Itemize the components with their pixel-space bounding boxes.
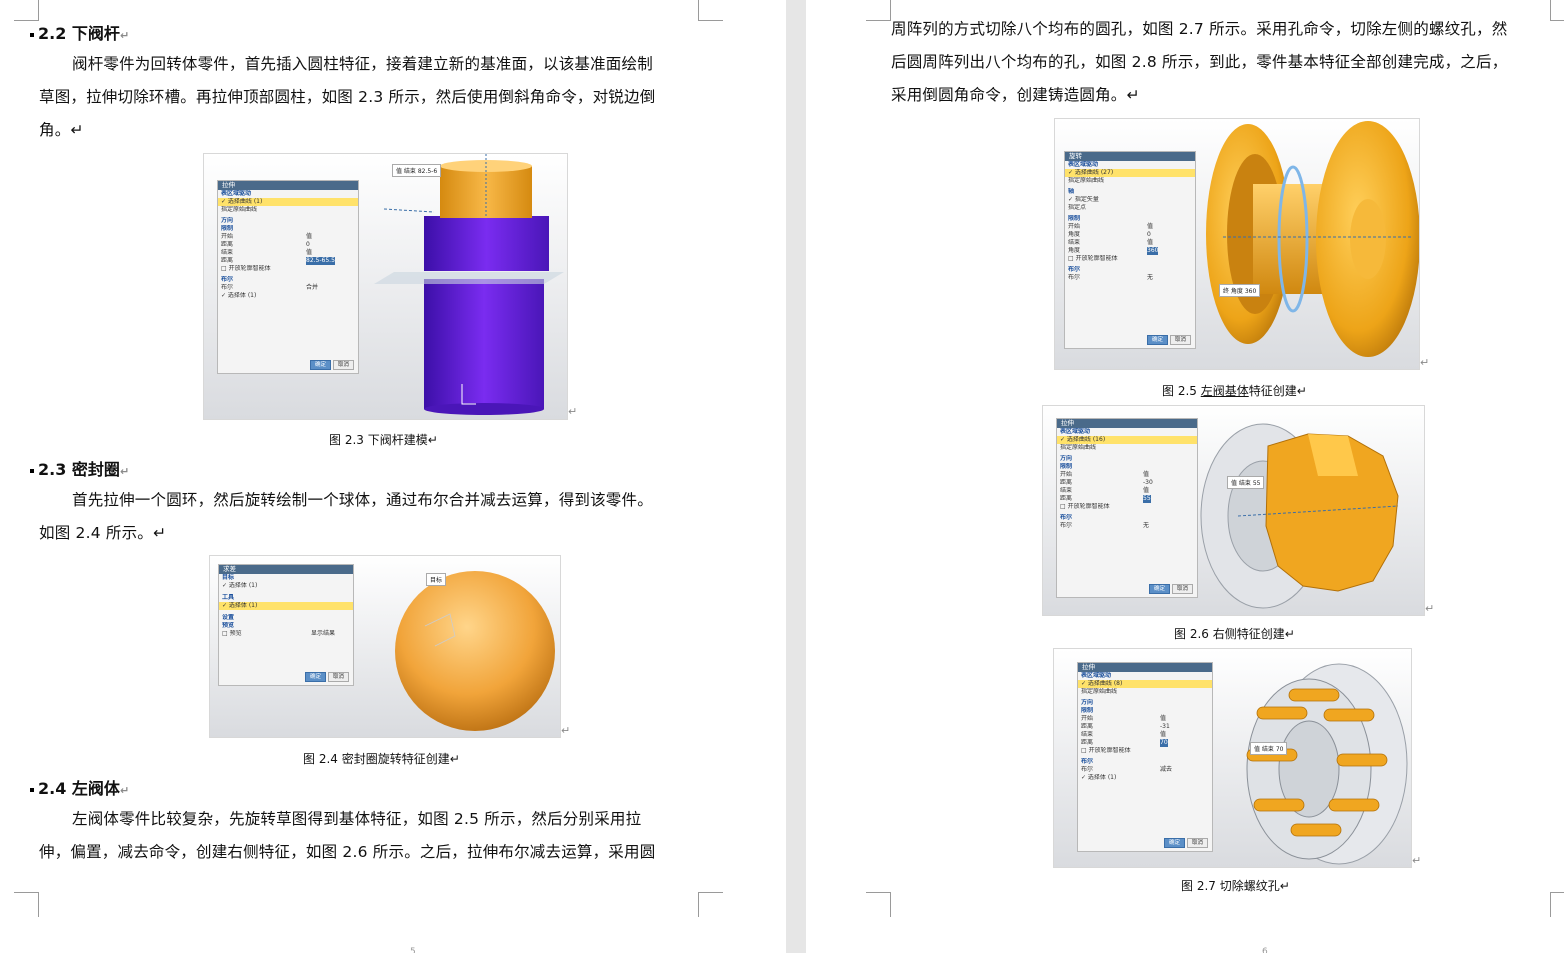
stem-lower-cylinder — [424, 279, 544, 409]
figure-2-5: 旋转 表区域驱动 ✓ 选择曲线 (27) 指定原始曲线 轴 ✓ 指定矢量 指定点… — [1054, 118, 1420, 370]
ok-button[interactable]: 确定 — [309, 360, 331, 370]
open-profile-checkbox[interactable]: □ 开放轮廓智能体 — [1065, 255, 1195, 263]
extrude-dialog: 拉伸 表区域驱动 ✓ 选择曲线 (16) 指定原始曲线 方向 限制 开始值 距离… — [1056, 418, 1198, 598]
section-heading-2-4: 2.4 左阀体↵ — [30, 775, 129, 799]
ok-button[interactable]: 确定 — [1163, 838, 1185, 848]
select-curve-row[interactable]: ✓ 选择曲线 (16) — [1057, 436, 1197, 444]
tool-select-row[interactable]: ✓ 选择体 (1) — [219, 602, 353, 610]
distance-tag[interactable]: 值 结束 82.5-6 — [392, 164, 442, 177]
figure-2-4: 求差 目标 ✓ 选择体 (1) 工具 ✓ 选择体 (1) 设置 预览 □ 预览显… — [209, 555, 561, 738]
caption-link[interactable]: 左阀基体 — [1201, 384, 1249, 398]
cancel-button[interactable]: 取消 — [1171, 584, 1193, 594]
ok-button[interactable]: 确定 — [1148, 584, 1170, 594]
dialog-title: 拉伸 — [218, 181, 358, 190]
paragraph-continued: 周阵列的方式切除八个均布的圆孔，如图 2.7 所示。采用孔命令，切除左侧的螺纹孔… — [891, 20, 1508, 104]
figure-caption-2-5: 图 2.5 左阀基体特征创建↵ — [1162, 384, 1307, 398]
select-curve-row[interactable]: ✓ 选择曲线 (8) — [1078, 680, 1212, 688]
right-side-feature-model — [1200, 423, 1399, 609]
extrude-dialog: 拉伸 表区域驱动 ✓ 选择曲线 (1) 指定原始曲线 方向 限制 开始值 距离 0… — [217, 180, 359, 374]
figure-2-6: 拉伸 表区域驱动 ✓ 选择曲线 (16) 指定原始曲线 方向 限制 开始值 距离… — [1042, 405, 1425, 616]
cancel-button[interactable]: 取消 — [1169, 335, 1191, 345]
revolve-dialog: 旋转 表区域驱动 ✓ 选择曲线 (27) 指定原始曲线 轴 ✓ 指定矢量 指定点… — [1064, 151, 1196, 349]
left-valve-body-model — [1206, 121, 1419, 357]
cancel-button[interactable]: 取消 — [1186, 838, 1208, 848]
sphere — [395, 571, 555, 731]
valve-stem-model — [374, 154, 564, 415]
right-page: 周阵列的方式切除八个均布的圆孔，如图 2.7 所示。采用孔命令，切除左侧的螺纹孔… — [806, 0, 1564, 953]
heading-bullet-icon — [30, 32, 34, 37]
ok-button[interactable]: 确定 — [304, 672, 326, 682]
target-tag: 目标 — [426, 573, 447, 586]
paragraph-2-2: 阀杆零件为回转体零件，首先插入圆柱特征，接着建立新的基准面，以该基准面绘制 草图… — [39, 55, 656, 139]
page-gap — [786, 0, 806, 953]
figure-2-3: 拉伸 表区域驱动 ✓ 选择曲线 (1) 指定原始曲线 方向 限制 开始值 距离 0… — [203, 153, 568, 420]
paragraph-2-4: 左阀体零件比较复杂，先旋转草图得到基体特征，如图 2.5 所示，然后分别采用拉 … — [39, 810, 656, 861]
crop-mark — [1550, 892, 1564, 917]
open-profile-checkbox[interactable]: □ 开放轮廓智能体 — [1057, 503, 1197, 511]
distance-tag[interactable]: 值 结束 55 — [1227, 476, 1265, 489]
seal-ring-model — [395, 571, 555, 731]
crop-mark — [14, 0, 39, 21]
figure-caption-2-3: 图 2.3 下阀杆建模↵ — [329, 433, 438, 447]
section-heading-2-3: 2.3 密封圈↵ — [30, 456, 129, 480]
page-number: 6 — [1262, 947, 1268, 953]
section-heading-2-2: 2.2 下阀杆↵ — [30, 20, 129, 44]
threaded-hole-cut-model — [1246, 663, 1408, 865]
ok-button[interactable]: 确定 — [1146, 335, 1168, 345]
extrude-dialog: 拉伸 表区域驱动 ✓ 选择曲线 (8) 指定原始曲线 方向 限制 开始值 距离 -… — [1077, 662, 1213, 852]
page-number: 5 — [410, 947, 416, 953]
heading-bullet-icon — [30, 787, 34, 792]
select-curve-row[interactable]: ✓ 选择曲线 (27) — [1065, 169, 1195, 177]
crop-mark — [866, 0, 891, 21]
crop-mark — [866, 892, 891, 917]
stem-upper-cylinder — [424, 216, 549, 271]
heading-bullet-icon — [30, 468, 34, 473]
crop-mark — [698, 0, 723, 21]
crop-mark — [14, 892, 39, 917]
subtract-dialog: 求差 目标 ✓ 选择体 (1) 工具 ✓ 选择体 (1) 设置 预览 □ 预览显… — [218, 564, 354, 686]
open-profile-checkbox[interactable]: □ 开放轮廓智能体 — [1078, 747, 1212, 755]
figure-caption-2-6: 图 2.6 右侧特征创建↵ — [1174, 627, 1295, 641]
select-curve-row[interactable]: ✓ 选择曲线 (1) — [218, 198, 358, 206]
distance-tag[interactable]: 值 结束 70 — [1250, 742, 1288, 755]
figure-caption-2-7: 图 2.7 切除螺纹孔↵ — [1181, 879, 1290, 893]
crop-mark — [1550, 0, 1564, 21]
crop-mark — [698, 892, 723, 917]
cancel-button[interactable]: 取消 — [332, 360, 354, 370]
figure-caption-2-4: 图 2.4 密封圈旋转特征创建↵ — [303, 752, 460, 766]
left-page: 2.2 下阀杆↵ 阀杆零件为回转体零件，首先插入圆柱特征，接着建立新的基准面，以… — [0, 0, 786, 953]
cancel-button[interactable]: 取消 — [327, 672, 349, 682]
angle-tag[interactable]: 终 角度 360 — [1219, 284, 1261, 297]
figure-2-7: 拉伸 表区域驱动 ✓ 选择曲线 (8) 指定原始曲线 方向 限制 开始值 距离 -… — [1053, 648, 1412, 868]
paragraph-2-3: 首先拉伸一个圆环，然后旋转绘制一个球体，通过布尔合并减去运算，得到该零件。 如图… — [39, 491, 653, 542]
preview-checkbox[interactable]: □ 预览 — [222, 630, 242, 637]
open-profile-checkbox[interactable]: □ 开放轮廓智能体 — [218, 265, 358, 273]
